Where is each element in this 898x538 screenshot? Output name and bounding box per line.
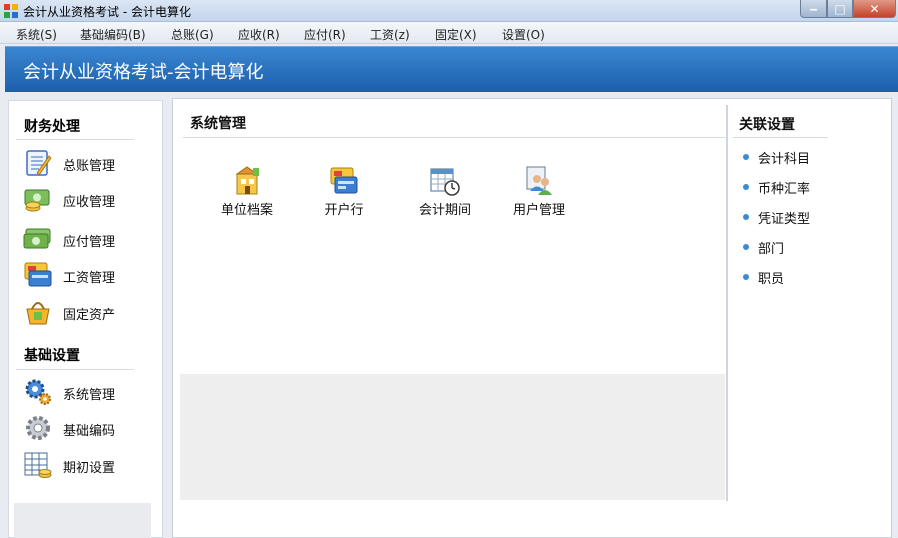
sidebar-item-label: 应收管理 <box>63 195 116 210</box>
sidebar-item-system-management[interactable]: 系统管理 <box>23 377 153 407</box>
tile-label: 会计期间 <box>418 203 471 218</box>
main-panel: 系统管理 单位档案 开户行 会计期间 用户管理 关联设置 会计科目 币种汇率 凭… <box>172 98 892 538</box>
bullet-icon <box>743 214 749 220</box>
main-empty-area <box>180 374 725 500</box>
left-sidebar: 财务处理 总账管理 应收管理 应付管理 工资管理 固定资产 基础设置 系统管理 … <box>8 100 163 538</box>
users-icon <box>526 166 552 195</box>
bullet-icon <box>743 274 749 280</box>
panel-separator <box>726 105 728 501</box>
divider <box>16 369 134 370</box>
sidebar-item-fixed-assets[interactable]: 固定资产 <box>23 297 153 327</box>
menu-fixed[interactable]: 固定(X) <box>435 26 477 43</box>
fixed-asset-icon <box>26 302 50 325</box>
sidebar-item-general-ledger[interactable]: 总账管理 <box>23 148 153 178</box>
bullet-icon <box>743 184 749 190</box>
minimize-button[interactable]: ‒ <box>800 0 827 18</box>
menu-basic-code[interactable]: 基础编码(B) <box>80 26 146 43</box>
sidebar-item-label: 基础编码 <box>63 424 116 439</box>
tile-label: 开户行 <box>324 203 364 218</box>
sidebar-item-label: 期初设置 <box>63 461 116 476</box>
divider <box>733 137 828 138</box>
tile-user-management[interactable]: 用户管理 <box>499 165 579 225</box>
menu-system[interactable]: 系统(S) <box>16 26 57 43</box>
sidebar-item-basic-code[interactable]: 基础编码 <box>23 413 153 443</box>
tile-company-file[interactable]: 单位档案 <box>207 165 287 225</box>
menu-settings[interactable]: 设置(O) <box>502 26 545 43</box>
finance-section-title: 财务处理 <box>24 119 80 135</box>
page-title: 系统管理 <box>190 116 246 132</box>
company-file-icon <box>235 166 259 195</box>
menu-receivable[interactable]: 应收(R) <box>238 26 280 43</box>
sidebar-item-label: 工资管理 <box>63 271 116 286</box>
header-banner: 会计从业资格考试-会计电算化 <box>5 46 898 92</box>
sidebar-item-opening-setup[interactable]: 期初设置 <box>23 450 153 480</box>
basic-section-title: 基础设置 <box>24 348 80 364</box>
close-button[interactable]: ✕ <box>853 0 896 18</box>
basic-code-gear-icon <box>26 416 50 440</box>
ledger-icon <box>26 150 52 176</box>
bullet-icon <box>743 154 749 160</box>
tile-label: 单位档案 <box>220 203 273 218</box>
sidebar-item-payable[interactable]: 应付管理 <box>23 224 153 254</box>
menu-general-ledger[interactable]: 总账(G) <box>171 26 214 43</box>
related-link-label: 职员 <box>758 272 785 287</box>
related-link-label: 凭证类型 <box>758 212 811 227</box>
sidebar-item-label: 应付管理 <box>63 235 116 250</box>
divider <box>16 139 134 140</box>
related-link-label: 部门 <box>758 242 785 257</box>
sidebar-item-label: 系统管理 <box>63 388 116 403</box>
receivable-icon <box>24 189 50 212</box>
salary-icon <box>24 262 52 287</box>
bank-card-icon <box>330 167 358 194</box>
related-link-label: 会计科目 <box>758 152 811 167</box>
window-title: 会计从业资格考试 - 会计电算化 <box>23 5 191 19</box>
sidebar-item-label: 总账管理 <box>63 159 116 174</box>
tile-label: 用户管理 <box>512 203 565 218</box>
tile-accounting-period[interactable]: 会计期间 <box>405 165 485 225</box>
payable-icon <box>23 228 51 249</box>
sidebar-item-receivable[interactable]: 应收管理 <box>23 184 153 214</box>
app-icon <box>4 4 18 18</box>
opening-setup-icon <box>24 452 52 478</box>
divider <box>183 137 728 138</box>
calendar-clock-icon <box>430 168 460 196</box>
menu-salary[interactable]: 工资(z) <box>370 26 410 43</box>
menu-bar: 系统(S) 基础编码(B) 总账(G) 应收(R) 应付(R) 工资(z) 固定… <box>0 22 898 44</box>
tile-bank[interactable]: 开户行 <box>304 165 384 225</box>
sidebar-item-label: 固定资产 <box>63 308 116 323</box>
sidebar-item-salary[interactable]: 工资管理 <box>23 260 153 290</box>
sidebar-footer-area <box>14 503 151 538</box>
menu-payable[interactable]: 应付(R) <box>304 26 346 43</box>
title-bar: 会计从业资格考试 - 会计电算化 ‒ □ ✕ <box>0 0 898 22</box>
related-link-label: 币种汇率 <box>758 182 811 197</box>
related-settings-title: 关联设置 <box>739 117 795 133</box>
bullet-icon <box>743 244 749 250</box>
maximize-button[interactable]: □ <box>827 0 853 18</box>
system-gear-icon <box>25 379 51 405</box>
banner-title: 会计从业资格考试-会计电算化 <box>23 62 264 83</box>
